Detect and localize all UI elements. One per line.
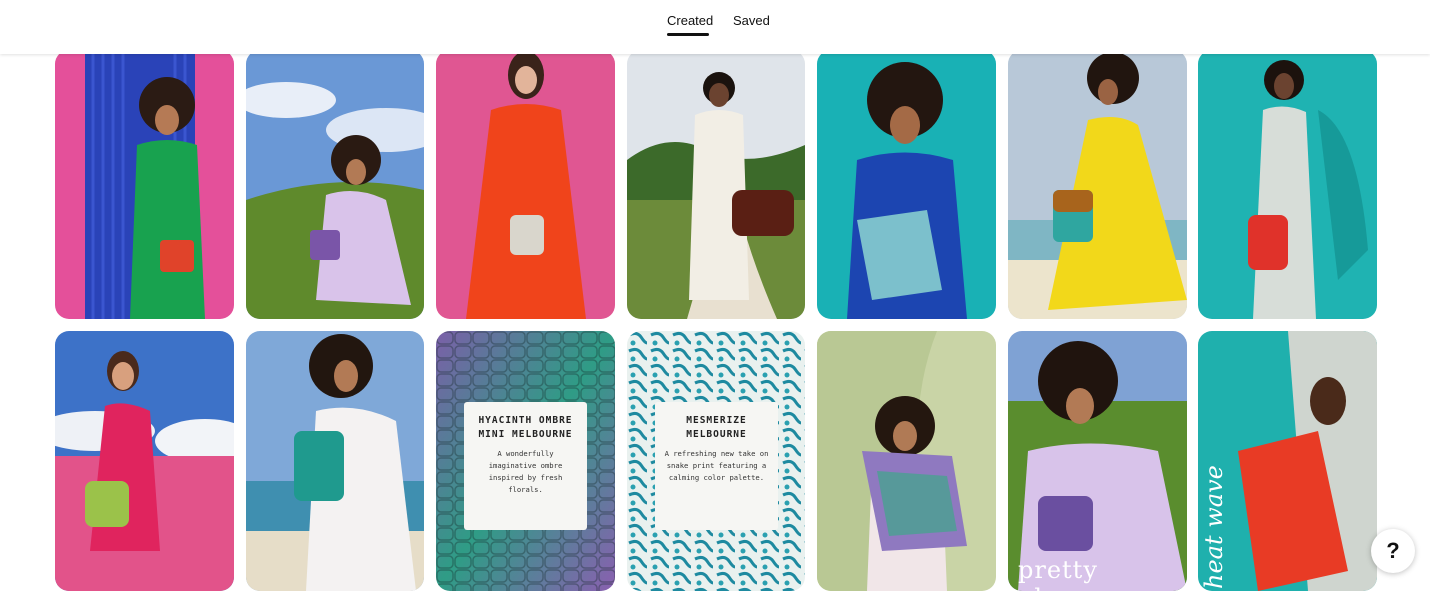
pin-yellow-dress-beach[interactable] (1008, 50, 1187, 319)
pin-image (1008, 331, 1187, 591)
product-description: A wonderfully imaginative ombre inspired… (488, 449, 563, 494)
product-description: A refreshing new take on snake print fea… (664, 449, 769, 482)
pin-white-dress-teal-bag[interactable] (246, 331, 424, 591)
profile-tab-bar: Created Saved (0, 0, 1430, 54)
product-text-card: MESMERIZE MELBOURNE A refreshing new tak… (655, 402, 778, 530)
pin-iridescent-bag-green-backdrop[interactable] (817, 331, 996, 591)
product-title: MESMERIZE MELBOURNE (686, 415, 747, 440)
pin-heat-wave[interactable]: heat wave (1198, 331, 1377, 591)
help-button[interactable]: ? (1371, 529, 1415, 573)
pin-image (246, 331, 424, 591)
pin-image (1198, 50, 1377, 319)
pin-image (1008, 50, 1187, 319)
product-title: HYACINTH OMBRE MINI MELBOURNE (478, 415, 573, 440)
pin-lilac-dress-meadow[interactable] (246, 50, 424, 319)
pin-pretty-please[interactable]: pretty please (1008, 331, 1187, 591)
pin-image (246, 50, 424, 319)
pin-overlay-text: heat wave (1200, 465, 1228, 589)
pin-image (436, 50, 615, 319)
pin-image (55, 331, 234, 591)
pin-image (817, 50, 996, 319)
pin-image (627, 50, 805, 319)
active-tab-indicator (667, 33, 709, 36)
pin-image (817, 331, 996, 591)
pin-white-dress-red-bucket-bag[interactable] (1198, 50, 1377, 319)
product-text-card: HYACINTH OMBRE MINI MELBOURNE A wonderfu… (464, 402, 587, 530)
pin-pink-dress-ombre-bag[interactable] (55, 331, 234, 591)
pin-white-dress-brown-bag[interactable] (627, 50, 805, 319)
tab-saved[interactable]: Saved (733, 13, 770, 28)
question-mark-icon: ? (1386, 538, 1400, 563)
pin-red-ruffle-dress[interactable] (436, 50, 615, 319)
tab-created[interactable]: Created (667, 13, 713, 28)
pin-green-dress-red-bag[interactable] (55, 50, 234, 319)
pin-image (55, 50, 234, 319)
pin-hyacinth-ombre-mini-melbourne[interactable]: HYACINTH OMBRE MINI MELBOURNE A wonderfu… (436, 331, 615, 591)
pin-mesmerize-melbourne[interactable]: MESMERIZE MELBOURNE A refreshing new tak… (627, 331, 805, 591)
pin-overlay-text: pretty please (1018, 556, 1101, 591)
pin-blue-dress-snake-bag[interactable] (817, 50, 996, 319)
